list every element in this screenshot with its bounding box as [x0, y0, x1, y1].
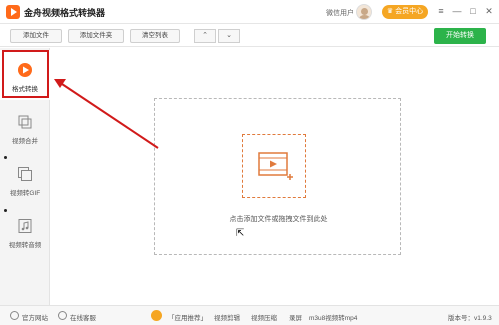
headset-icon: [58, 311, 67, 320]
toolbar: 添加文件 添加文件夹 清空列表 ⌃ ⌄ 开始转换: [0, 25, 499, 47]
version-label: 版本号：v1.9.3: [448, 315, 492, 322]
close-icon[interactable]: ✕: [482, 4, 496, 18]
sidebar-item-video-merge[interactable]: 视频合并: [0, 102, 50, 152]
cursor-icon: ⇱: [236, 228, 245, 239]
move-up-button[interactable]: ⌃: [194, 29, 216, 43]
drop-hint-text: 点击添加文件或拖拽文件到此处: [229, 216, 328, 223]
crown-icon: ♛: [386, 8, 396, 15]
maximize-icon[interactable]: □: [466, 4, 480, 18]
bullet-dot: [4, 209, 7, 212]
website-link[interactable]: 官方网站: [22, 312, 48, 322]
add-video-icon: [258, 152, 293, 180]
music-note-icon: [18, 219, 32, 233]
add-file-button[interactable]: 添加文件: [10, 29, 62, 43]
recommend-icon: [151, 310, 162, 321]
promo-link-video-compress[interactable]: 视频压缩: [251, 312, 277, 322]
promo-link-screen-record[interactable]: 录屏: [289, 312, 302, 322]
status-bar: 官方网站 在线客服 「应用推荐」 视频剪辑 视频压缩 录屏 m3u8视频转mp4…: [0, 305, 499, 325]
member-center-button[interactable]: ♛ 会员中心: [382, 5, 428, 19]
move-down-button[interactable]: ⌄: [218, 29, 240, 43]
gif-icon: [18, 167, 32, 181]
title-bar: 金舟视频格式转换器 微信用户 ♛ 会员中心 ≡ — □ ✕: [0, 0, 499, 24]
promo-link-apps[interactable]: 「应用推荐」: [168, 312, 207, 322]
add-folder-button[interactable]: 添加文件夹: [68, 29, 124, 43]
support-link[interactable]: 在线客服: [70, 312, 96, 322]
bullet-dot: [4, 156, 7, 159]
sidebar-item-video-to-gif[interactable]: 视频转GIF: [0, 154, 50, 204]
app-logo-icon: [6, 5, 20, 19]
avatar[interactable]: [356, 4, 372, 20]
highlight-box: [2, 50, 49, 98]
menu-icon[interactable]: ≡: [434, 4, 448, 18]
start-convert-button[interactable]: 开始转换: [434, 28, 486, 44]
sidebar-item-video-to-audio[interactable]: 视频转音频: [0, 206, 50, 256]
promo-link-m3u8[interactable]: m3u8视频转mp4: [309, 312, 357, 322]
sidebar-item-label: 视频转音频: [8, 242, 42, 249]
home-icon: [10, 311, 19, 320]
minimize-icon[interactable]: —: [450, 4, 464, 18]
app-title: 金舟视频格式转换器: [24, 8, 106, 18]
member-center-label: 会员中心: [395, 8, 424, 15]
clear-list-button[interactable]: 清空列表: [130, 29, 180, 43]
sidebar-item-label: 视频转GIF: [9, 190, 41, 197]
merge-icon: [18, 115, 32, 129]
sidebar-item-label: 视频合并: [12, 138, 38, 145]
user-name[interactable]: 微信用户: [326, 8, 354, 18]
add-file-area[interactable]: [242, 134, 306, 198]
promo-link-video-edit[interactable]: 视频剪辑: [214, 312, 240, 322]
file-drop-zone[interactable]: 点击添加文件或拖拽文件到此处: [154, 98, 401, 255]
